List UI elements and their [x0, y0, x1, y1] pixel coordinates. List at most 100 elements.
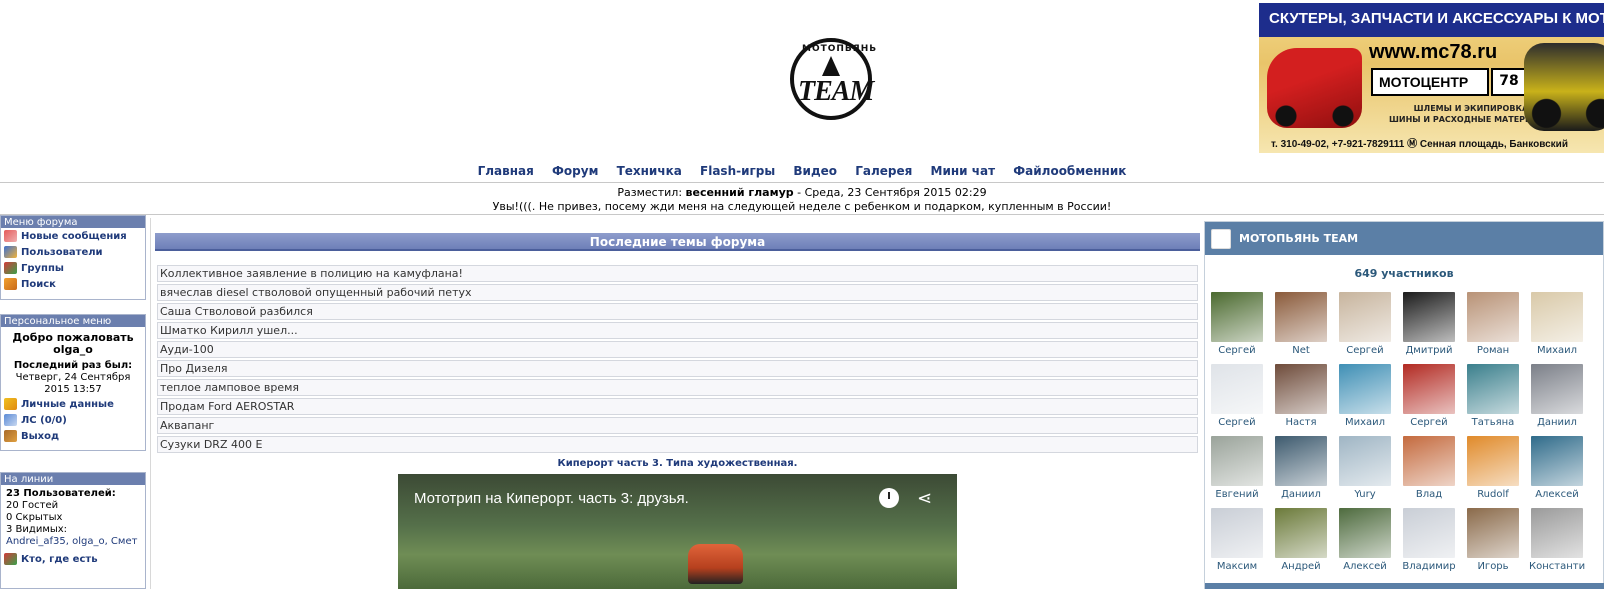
nav-home[interactable]: Главная — [478, 164, 534, 178]
member-name[interactable]: Yury — [1337, 489, 1393, 500]
vk-member[interactable]: Yury — [1337, 436, 1393, 500]
member-avatar[interactable] — [1211, 508, 1263, 558]
member-name[interactable]: Михаил — [1337, 417, 1393, 428]
member-name[interactable]: Игорь — [1465, 561, 1521, 572]
member-name[interactable]: Дмитрий — [1401, 345, 1457, 356]
menu-new-messages[interactable]: Новые сообщения — [1, 228, 145, 244]
vk-member[interactable]: Татьяна — [1465, 364, 1521, 428]
member-name[interactable]: Настя — [1273, 417, 1329, 428]
vk-member[interactable]: Net — [1273, 292, 1329, 356]
nav-forum[interactable]: Форум — [552, 164, 598, 178]
member-avatar[interactable] — [1275, 508, 1327, 558]
member-avatar[interactable] — [1403, 436, 1455, 486]
vk-member[interactable]: Влад — [1401, 436, 1457, 500]
member-avatar[interactable] — [1467, 292, 1519, 342]
member-avatar[interactable] — [1467, 508, 1519, 558]
vk-member[interactable]: Алексей — [1529, 436, 1585, 500]
member-name[interactable]: Сергей — [1209, 345, 1265, 356]
member-name[interactable]: Андрей — [1273, 561, 1329, 572]
vk-member[interactable]: Роман — [1465, 292, 1521, 356]
video-player[interactable]: Мототрип на Кипероpт. часть 3: друзья. ⋖ — [398, 474, 957, 589]
menu-private-messages[interactable]: ЛС (0/0) — [1, 412, 145, 428]
topic-link[interactable]: Сузуки DRZ 400 E — [157, 436, 1198, 453]
topic-link[interactable]: Про Дизеля — [157, 360, 1198, 377]
member-avatar[interactable] — [1403, 292, 1455, 342]
vk-member[interactable]: Владимир — [1401, 508, 1457, 572]
topic-link[interactable]: Коллективное заявление в полицию на каму… — [157, 265, 1198, 282]
vk-member[interactable]: Алексей — [1337, 508, 1393, 572]
nav-file-exchange[interactable]: Файлообменник — [1013, 164, 1126, 178]
topic-link[interactable]: Ауди-100 — [157, 341, 1198, 358]
member-name[interactable]: Net — [1273, 345, 1329, 356]
vk-member[interactable]: Сергей — [1209, 292, 1265, 356]
member-avatar[interactable] — [1211, 436, 1263, 486]
member-name[interactable]: Владимир — [1401, 561, 1457, 572]
vk-member[interactable]: Михаил — [1529, 292, 1585, 356]
member-name[interactable]: Максим — [1209, 561, 1265, 572]
member-name[interactable]: Rudolf — [1465, 489, 1521, 500]
member-name[interactable]: Евгений — [1209, 489, 1265, 500]
topic-link[interactable]: Саша Стволовой разбился — [157, 303, 1198, 320]
member-avatar[interactable] — [1531, 508, 1583, 558]
member-name[interactable]: Сергей — [1401, 417, 1457, 428]
member-name[interactable]: Алексей — [1337, 561, 1393, 572]
watch-later-icon[interactable] — [879, 488, 899, 508]
member-name[interactable]: Алексей — [1529, 489, 1585, 500]
member-avatar[interactable] — [1211, 292, 1263, 342]
vk-member[interactable]: Евгений — [1209, 436, 1265, 500]
member-name[interactable]: Сергей — [1337, 345, 1393, 356]
ad-banner[interactable]: СКУТЕРЫ, ЗАПЧАСТИ И АКСЕССУАРЫ К МОТОТЕХ… — [1259, 3, 1604, 153]
member-avatar[interactable] — [1531, 436, 1583, 486]
member-avatar[interactable] — [1531, 364, 1583, 414]
video-title[interactable]: Мототрип на Кипероpт. часть 3: друзья. — [414, 490, 689, 507]
vk-member[interactable]: Настя — [1273, 364, 1329, 428]
online-names[interactable]: Andrei_af35, olga_o, Смет — [6, 536, 140, 548]
member-name[interactable]: Влад — [1401, 489, 1457, 500]
share-icon[interactable]: ⋖ — [917, 488, 932, 509]
member-avatar[interactable] — [1467, 436, 1519, 486]
menu-personal-data[interactable]: Личные данные — [1, 396, 145, 412]
member-name[interactable]: Сергей — [1209, 417, 1265, 428]
menu-groups[interactable]: Группы — [1, 260, 145, 276]
vk-member[interactable]: Константин — [1529, 508, 1585, 572]
topic-link[interactable]: Шматко Кирилл ушел... — [157, 322, 1198, 339]
member-avatar[interactable] — [1403, 508, 1455, 558]
site-logo[interactable]: МОТОПЬЯНЬ TEAM — [788, 36, 876, 126]
vk-member[interactable]: Даниил — [1529, 364, 1585, 428]
menu-users[interactable]: Пользователи — [1, 244, 145, 260]
member-avatar[interactable] — [1339, 508, 1391, 558]
member-name[interactable]: Константин — [1529, 561, 1585, 572]
vk-member[interactable]: Сергей — [1401, 364, 1457, 428]
vk-member[interactable]: Михаил — [1337, 364, 1393, 428]
vk-member[interactable]: Игорь — [1465, 508, 1521, 572]
member-name[interactable]: Михаил — [1529, 345, 1585, 356]
member-name[interactable]: Татьяна — [1465, 417, 1521, 428]
member-name[interactable]: Даниил — [1273, 489, 1329, 500]
who-where-link[interactable]: Кто, где есть — [1, 551, 145, 567]
member-avatar[interactable] — [1403, 364, 1455, 414]
topic-link[interactable]: вячеслав diesel стволовой опущенный рабо… — [157, 284, 1198, 301]
member-avatar[interactable] — [1275, 436, 1327, 486]
nav-tech[interactable]: Техничка — [617, 164, 682, 178]
vk-member[interactable]: Сергей — [1337, 292, 1393, 356]
nav-video[interactable]: Видео — [793, 164, 837, 178]
member-avatar[interactable] — [1339, 364, 1391, 414]
vk-member[interactable]: Rudolf — [1465, 436, 1521, 500]
member-name[interactable]: Роман — [1465, 345, 1521, 356]
member-avatar[interactable] — [1275, 364, 1327, 414]
menu-search[interactable]: Поиск — [1, 276, 145, 292]
vk-member[interactable]: Даниил — [1273, 436, 1329, 500]
menu-logout[interactable]: Выход — [1, 428, 145, 444]
nav-gallery[interactable]: Галерея — [855, 164, 912, 178]
nav-flash-games[interactable]: Flash-игры — [700, 164, 775, 178]
member-name[interactable]: Даниил — [1529, 417, 1585, 428]
vk-member[interactable]: Дмитрий — [1401, 292, 1457, 356]
topic-link[interactable]: теплое ламповое время — [157, 379, 1198, 396]
nav-mini-chat[interactable]: Мини чат — [931, 164, 996, 178]
member-avatar[interactable] — [1339, 292, 1391, 342]
vk-members-count[interactable]: 649 участников — [1205, 267, 1603, 280]
member-avatar[interactable] — [1531, 292, 1583, 342]
member-avatar[interactable] — [1339, 436, 1391, 486]
topic-link[interactable]: Продам Ford AEROSTAR — [157, 398, 1198, 415]
vk-member[interactable]: Максим — [1209, 508, 1265, 572]
